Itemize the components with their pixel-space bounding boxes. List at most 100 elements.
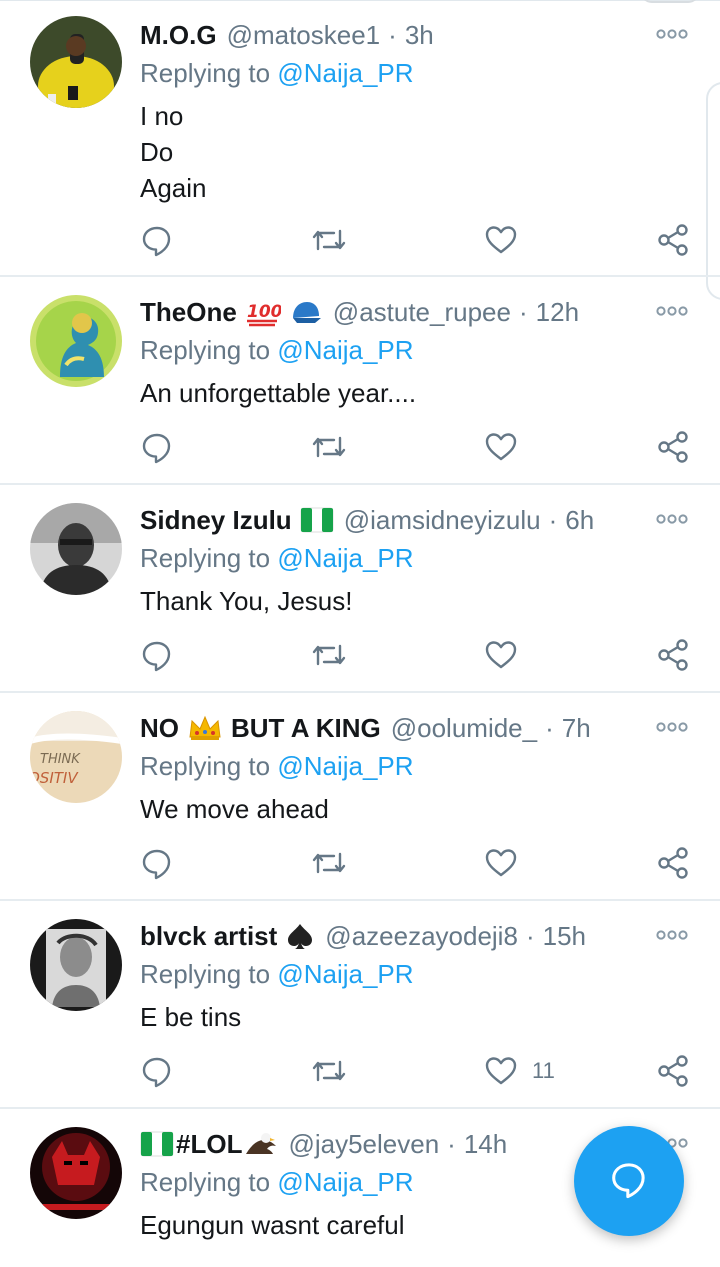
avatar[interactable] — [30, 295, 122, 387]
retweet-button[interactable] — [310, 427, 348, 467]
separator-dot: · — [518, 296, 528, 327]
replying-to: Replying to @Naija_PR — [140, 58, 414, 89]
retweet-button[interactable] — [310, 635, 348, 675]
user-handle[interactable]: @oolumide_ — [391, 713, 537, 744]
tweet-header: #LOL @jay5eleven · 14h — [140, 1127, 640, 1161]
like-button[interactable] — [484, 635, 518, 675]
tweet-actions — [140, 427, 700, 467]
reply-icon — [140, 1054, 174, 1088]
avatar[interactable] — [30, 503, 122, 595]
user-handle[interactable]: @azeezayodeji8 — [325, 921, 518, 952]
like-button[interactable] — [484, 427, 518, 467]
share-button[interactable] — [656, 843, 690, 883]
reply-button[interactable] — [140, 220, 174, 260]
user-handle[interactable]: @matoskee1 — [227, 20, 381, 51]
display-name[interactable]: Sidney Izulu — [140, 505, 292, 536]
tweet-text-line: Again — [140, 173, 207, 203]
share-button[interactable] — [656, 635, 690, 675]
more-options-icon[interactable] — [655, 509, 689, 529]
reply-tweet[interactable]: blvck artist @azeezayodeji8 · 15h Replyi… — [0, 901, 720, 1109]
hundred-points-emoji: 100 — [245, 297, 281, 327]
reply-button[interactable] — [140, 427, 174, 467]
replying-prefix: Replying to — [140, 751, 271, 781]
more-options-icon[interactable] — [655, 925, 689, 945]
retweet-icon — [310, 638, 348, 672]
avatar[interactable] — [30, 1127, 122, 1219]
separator-dot: · — [545, 712, 554, 743]
share-button[interactable] — [656, 427, 690, 467]
more-options-icon[interactable] — [655, 717, 689, 737]
reply-tweet[interactable]: Sidney Izulu @iamsidneyizulu · 6h Replyi… — [0, 485, 720, 693]
share-icon — [656, 846, 690, 880]
reply-button[interactable] — [140, 843, 174, 883]
reply-to-handle[interactable]: @Naija_PR — [277, 543, 413, 573]
retweet-button[interactable] — [310, 843, 348, 883]
reply-tweet[interactable]: TheOne 100 @astute_rupee · 12h Replying … — [0, 277, 720, 485]
retweet-icon — [310, 1054, 348, 1088]
reply-icon — [140, 223, 174, 257]
nigeria-flag-emoji — [140, 1131, 174, 1157]
tweet-text: We move ahead — [140, 791, 329, 827]
avatar[interactable] — [30, 16, 122, 108]
like-count: 11 — [532, 1058, 555, 1083]
reply-to-handle[interactable]: @Naija_PR — [277, 1167, 413, 1197]
user-handle[interactable]: @iamsidneyizulu — [344, 505, 541, 536]
user-handle[interactable]: @jay5eleven — [288, 1129, 439, 1160]
like-button[interactable] — [484, 843, 518, 883]
avatar-text: THINK — [40, 752, 81, 767]
like-button[interactable]: 11 — [484, 1051, 555, 1091]
tweet-text-line: I no — [140, 101, 184, 131]
like-icon — [484, 1054, 518, 1088]
display-name[interactable]: BUT A KING — [231, 713, 381, 744]
tweet-actions: 11 — [140, 1051, 700, 1091]
replying-prefix: Replying to — [140, 335, 271, 365]
replying-to: Replying to @Naija_PR — [140, 1167, 414, 1198]
reply-tweet[interactable]: THINK OSITIV NO BUT A KING @oolumide_ · 7… — [0, 693, 720, 901]
display-name[interactable]: M.O.G — [140, 20, 217, 51]
timestamp[interactable]: 12h — [536, 297, 579, 328]
tweet-header: Sidney Izulu @iamsidneyizulu · 6h — [140, 503, 640, 537]
avatar[interactable] — [30, 919, 122, 1011]
timestamp[interactable]: 15h — [543, 921, 586, 952]
separator-dot: · — [447, 1128, 456, 1159]
display-name[interactable]: #LOL — [176, 1129, 242, 1160]
timestamp[interactable]: 6h — [565, 505, 594, 536]
tweet-text-line: An unforgettable year.... — [140, 378, 417, 408]
reply-button[interactable] — [140, 1051, 174, 1091]
reply-tweet[interactable]: M.O.G @matoskee1 · 3h Replying to @Naija… — [0, 0, 720, 277]
replying-to: Replying to @Naija_PR — [140, 543, 414, 574]
share-icon — [656, 430, 690, 464]
compose-reply-button[interactable] — [574, 1126, 684, 1236]
reply-to-handle[interactable]: @Naija_PR — [277, 58, 413, 88]
timestamp[interactable]: 14h — [464, 1129, 507, 1160]
reply-to-handle[interactable]: @Naija_PR — [277, 959, 413, 989]
retweet-button[interactable] — [310, 1051, 348, 1091]
reply-button[interactable] — [140, 635, 174, 675]
tweet-text-line: Do — [140, 137, 174, 167]
like-button[interactable] — [484, 220, 518, 260]
retweet-button[interactable] — [310, 220, 348, 260]
spade-emoji — [285, 921, 315, 951]
tweet-text: Egungun wasnt careful — [140, 1207, 405, 1243]
replying-prefix: Replying to — [140, 58, 271, 88]
timestamp[interactable]: 3h — [405, 20, 434, 51]
share-icon — [656, 1054, 690, 1088]
user-handle[interactable]: @astute_rupee — [333, 297, 511, 328]
like-icon — [484, 223, 518, 257]
display-name[interactable]: TheOne — [140, 297, 237, 328]
share-button[interactable] — [656, 1051, 690, 1091]
reply-to-handle[interactable]: @Naija_PR — [277, 751, 413, 781]
tweet-actions — [140, 843, 700, 883]
more-options-icon[interactable] — [655, 24, 689, 44]
avatar[interactable]: THINK OSITIV — [30, 711, 122, 803]
replying-prefix: Replying to — [140, 1167, 271, 1197]
replying-prefix: Replying to — [140, 959, 271, 989]
display-name[interactable]: blvck artist — [140, 921, 277, 952]
share-button[interactable] — [656, 220, 690, 260]
separator-dot: · — [525, 920, 535, 951]
timestamp[interactable]: 7h — [562, 713, 591, 744]
display-name[interactable]: NO — [140, 713, 179, 744]
reply-to-handle[interactable]: @Naija_PR — [277, 335, 413, 365]
avatar-text: OSITIV — [30, 769, 79, 787]
more-options-icon[interactable] — [655, 301, 689, 321]
